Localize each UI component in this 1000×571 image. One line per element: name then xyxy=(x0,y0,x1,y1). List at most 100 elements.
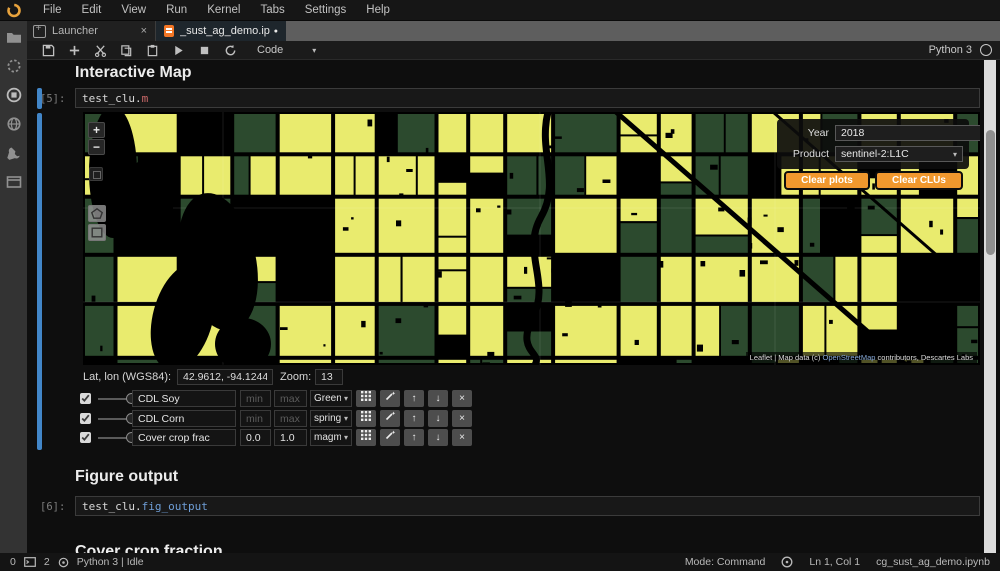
launcher-icon xyxy=(33,23,46,38)
menu-file[interactable]: File xyxy=(34,0,71,21)
autoscale-wand-button[interactable] xyxy=(380,390,400,407)
layer-min-input[interactable] xyxy=(240,429,271,446)
run-cell-button[interactable] xyxy=(165,42,191,59)
interrupt-kernel-button[interactable] xyxy=(191,42,217,59)
cell5-code-attribute: m xyxy=(141,92,149,105)
cell-type-dropdown[interactable]: Code ▾ xyxy=(257,44,316,56)
layer-name-input[interactable] xyxy=(132,390,236,407)
layer-name-input[interactable] xyxy=(132,410,236,427)
layer-max-input[interactable] xyxy=(274,429,307,446)
move-layer-up-button[interactable]: ↑ xyxy=(404,410,424,427)
draw-polygon-button[interactable] xyxy=(88,205,106,222)
clear-plots-button[interactable]: Clear plots xyxy=(784,171,870,190)
menu-kernel[interactable]: Kernel xyxy=(198,0,249,21)
kernel-name-label[interactable]: Python 3 xyxy=(929,44,972,56)
cell6-code-input[interactable]: test_clu.fig_output xyxy=(75,496,980,516)
year-input[interactable] xyxy=(835,125,980,141)
kernel-status-icon[interactable] xyxy=(980,44,992,56)
move-layer-down-button[interactable]: ↓ xyxy=(428,410,448,427)
cell5-code-input[interactable]: test_clu.m xyxy=(75,88,980,108)
map-fullscreen-button[interactable] xyxy=(89,167,103,181)
cursor-position[interactable]: Ln 1, Col 1 xyxy=(809,556,860,568)
zoom-value[interactable] xyxy=(315,369,343,385)
cell-type-label: Code xyxy=(257,44,284,56)
coords-row: Lat, lon (WGS84): Zoom: xyxy=(83,369,343,388)
cell5-input-collapser[interactable] xyxy=(37,88,42,109)
section-heading-interactive-map: Interactive Map xyxy=(75,64,192,81)
menu-edit[interactable]: Edit xyxy=(73,0,111,21)
autoscale-grid-button[interactable] xyxy=(356,429,376,446)
tools-wrench-icon[interactable] xyxy=(6,145,22,161)
interactive-map[interactable]: + − Year Product sentinel-2:L1C ▾ xyxy=(83,112,980,365)
colormap-select[interactable]: spring ▾ xyxy=(310,410,352,427)
autoscale-wand-button[interactable] xyxy=(380,429,400,446)
cell6-code-attribute: fig_output xyxy=(141,500,208,513)
add-cell-button[interactable] xyxy=(61,42,87,59)
cell5-code-object: test_clu. xyxy=(82,92,142,105)
autoscale-grid-button[interactable] xyxy=(356,410,376,427)
notebook-scrollbar[interactable] xyxy=(984,60,996,553)
product-select[interactable]: sentinel-2:L1C ▾ xyxy=(835,146,963,162)
cut-cells-button[interactable] xyxy=(87,42,113,59)
tab-launcher-label: Launcher xyxy=(52,25,98,37)
latlon-value[interactable] xyxy=(177,369,273,385)
colormap-select[interactable]: magma▾ xyxy=(310,429,352,446)
layer-visible-checkbox[interactable] xyxy=(80,413,91,424)
remove-layer-button[interactable]: × xyxy=(452,410,472,427)
layer-min-input[interactable] xyxy=(240,390,271,407)
menu-view[interactable]: View xyxy=(112,0,155,21)
scrollbar-thumb[interactable] xyxy=(985,130,995,255)
move-layer-down-button[interactable]: ↓ xyxy=(428,390,448,407)
menu-tabs[interactable]: Tabs xyxy=(251,0,293,21)
terminals-count[interactable]: 0 xyxy=(10,556,16,568)
tab-launcher[interactable]: Launcher × xyxy=(27,21,156,41)
unsaved-dot-icon: ● xyxy=(273,27,278,35)
save-button[interactable] xyxy=(35,42,61,59)
layer-name-input[interactable] xyxy=(132,429,236,446)
autoscale-wand-button[interactable] xyxy=(380,410,400,427)
menu-help[interactable]: Help xyxy=(357,0,399,21)
layer-row-cdl-corn: spring▾ ↑ ↓ × xyxy=(27,410,1000,427)
close-icon[interactable]: × xyxy=(139,25,149,37)
notification-bell-icon[interactable] xyxy=(781,556,793,568)
move-layer-up-button[interactable]: ↑ xyxy=(404,429,424,446)
product-select-value: sentinel-2:L1C xyxy=(841,148,909,160)
command-mode-indicator[interactable]: Mode: Command xyxy=(685,556,766,568)
chevron-down-icon: ▾ xyxy=(343,414,348,423)
colormap-select[interactable]: Green ▾ xyxy=(310,390,352,407)
move-layer-down-button[interactable]: ↓ xyxy=(428,429,448,446)
autoscale-grid-button[interactable] xyxy=(356,390,376,407)
layer-visible-checkbox[interactable] xyxy=(80,432,91,443)
paste-cells-button[interactable] xyxy=(139,42,165,59)
map-control-panel: Year Product sentinel-2:L1C ▾ xyxy=(777,119,980,169)
map-zoom-out-button[interactable]: − xyxy=(88,139,105,155)
menu-run[interactable]: Run xyxy=(157,0,196,21)
map-zoom-in-button[interactable]: + xyxy=(88,122,105,138)
stop-circle-icon[interactable] xyxy=(6,87,22,103)
remove-layer-button[interactable]: × xyxy=(452,390,472,407)
extensions-icon[interactable] xyxy=(6,116,22,132)
tab-notebook[interactable]: _sust_ag_demo.ipynb ● xyxy=(156,21,286,41)
kernel-status-text[interactable]: Python 3 | Idle xyxy=(77,556,144,568)
menu-bar: File Edit View Run Kernel Tabs Settings … xyxy=(0,0,1000,21)
move-layer-up-button[interactable]: ↑ xyxy=(404,390,424,407)
open-tabs-icon[interactable] xyxy=(6,174,22,190)
terminal-icon xyxy=(23,557,36,567)
kernels-count[interactable]: 2 xyxy=(44,556,50,568)
running-sessions-icon[interactable] xyxy=(6,58,22,74)
openstreetmap-link[interactable]: OpenStreetMap xyxy=(823,353,876,362)
notebook-toolbar: Code ▾ Python 3 xyxy=(27,41,1000,60)
draw-edit-button[interactable] xyxy=(88,224,106,241)
remove-layer-button[interactable]: × xyxy=(452,429,472,446)
attribution-text2: contributors, Descartes Labs xyxy=(875,353,973,362)
file-browser-icon[interactable] xyxy=(6,29,22,45)
restart-kernel-button[interactable] xyxy=(217,42,243,59)
menu-settings[interactable]: Settings xyxy=(296,0,356,21)
layer-min-input[interactable] xyxy=(240,410,271,427)
layer-max-input[interactable] xyxy=(274,410,307,427)
layer-visible-checkbox[interactable] xyxy=(80,393,91,404)
colormap-value: magma xyxy=(314,432,341,443)
layer-max-input[interactable] xyxy=(274,390,307,407)
clear-clus-button[interactable]: Clear CLUs xyxy=(875,171,963,190)
copy-cells-button[interactable] xyxy=(113,42,139,59)
